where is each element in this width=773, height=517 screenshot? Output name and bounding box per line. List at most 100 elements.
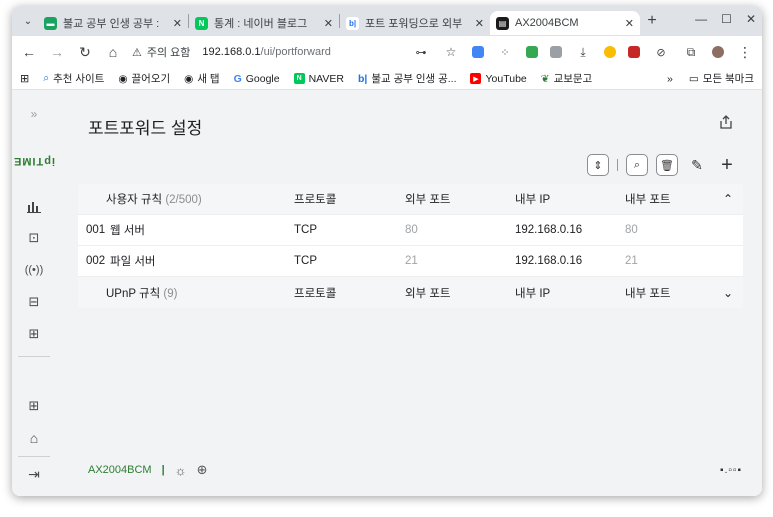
maximize-icon[interactable]: ☐ — [721, 12, 732, 26]
reload-icon[interactable]: ↻ — [76, 44, 94, 61]
wireless-icon[interactable]: ((•)) — [24, 260, 44, 280]
close-icon[interactable]: ✕ — [475, 17, 484, 30]
tab-search-icon[interactable]: ⌄ — [18, 11, 38, 31]
apps-icon[interactable]: ⊞ — [20, 72, 29, 85]
naver-icon: N — [293, 73, 305, 84]
translate-extension-icon[interactable] — [472, 46, 484, 58]
search-icon[interactable]: ⌕ — [626, 154, 648, 176]
table-row[interactable]: 002 파일 서버 TCP 21 192.168.0.16 21 — [78, 246, 743, 277]
url-path: /ui/portforward — [260, 46, 331, 58]
col-external-port: 외부 포트 — [405, 194, 451, 206]
close-icon[interactable]: ✕ — [324, 17, 333, 30]
stats-icon[interactable] — [24, 196, 44, 216]
topology-icon[interactable]: ⊞ — [24, 324, 44, 344]
edit-icon[interactable]: ✎ — [686, 154, 708, 176]
row-internal-ip: 192.168.0.16 — [515, 255, 583, 267]
row-protocol: TCP — [294, 255, 317, 267]
forward-icon[interactable]: → — [48, 44, 66, 60]
new-tab-button[interactable]: + — [640, 9, 664, 33]
network-icon[interactable]: ⊡ — [24, 228, 44, 248]
google-icon: G — [233, 72, 242, 85]
more-bookmarks-button[interactable]: » — [667, 73, 673, 85]
search-icon: ⌕ — [43, 72, 50, 84]
chevron-down-icon[interactable]: ⌄ — [713, 286, 743, 300]
minimize-icon[interactable]: — — [695, 12, 707, 26]
bookmark-item[interactable]: ▶ YouTube — [470, 72, 527, 85]
device-icon[interactable]: ⊟ — [24, 292, 44, 312]
upnp-rules-header[interactable]: UPnP 규칙 (9) 프로토콜 외부 포트 내부 IP 내부 포트 ⌄ — [78, 277, 743, 308]
close-icon[interactable]: ✕ — [173, 17, 182, 30]
tab-favicon: N — [195, 16, 208, 30]
tab-title: 통계 : 네이버 블로그 — [214, 18, 308, 30]
url-host: 192.168.0.1 — [202, 46, 261, 58]
shield-extension-icon[interactable] — [628, 46, 640, 58]
delete-icon[interactable]: 🗑 — [656, 154, 678, 176]
table-row[interactable]: 001 웹 서버 TCP 80 192.168.0.16 80 — [78, 215, 743, 246]
close-window-icon[interactable]: ✕ — [746, 12, 756, 26]
puzzle-icon[interactable]: ⧉ — [682, 45, 700, 60]
sidebar-divider — [18, 456, 50, 457]
youtube-icon: ▶ — [470, 73, 482, 84]
bookmark-item[interactable]: b| 불교 공부 인생 공... — [358, 71, 456, 86]
download-icon[interactable]: ⤓ — [574, 45, 592, 60]
bookmark-label: YouTube — [485, 72, 527, 85]
bookmark-label: Google — [245, 72, 280, 85]
share-icon[interactable] — [718, 114, 734, 130]
tab-favicon: b| — [346, 16, 359, 30]
bookmark-item[interactable]: ⌕ 추천 사이트 — [43, 71, 104, 86]
menu-icon[interactable]: ⋮ — [736, 44, 754, 61]
row-number: 001 — [86, 224, 106, 236]
upnp-rules-title: UPnP 규칙 (9) — [106, 285, 294, 301]
password-key-icon[interactable]: ⊶ — [412, 46, 430, 59]
warning-icon[interactable]: ⚠ — [132, 46, 142, 59]
row-external-port: 21 — [405, 255, 418, 267]
tab-title: 불교 공부 인생 공부 : — [63, 18, 160, 30]
extension-icon[interactable] — [550, 46, 562, 58]
bookmark-item[interactable]: ❦ 교보문고 — [541, 71, 592, 86]
bookmark-item[interactable]: N NAVER — [293, 73, 344, 85]
app-footer: AX2004BCM | ☼ ⊕ — [88, 462, 208, 478]
close-icon[interactable]: ✕ — [625, 17, 634, 30]
tab-2[interactable]: b| 포트 포워딩으로 외부 ✕ — [340, 11, 490, 35]
toolbar-right: ⊶ ☆ ⁘ ⤓ ⊘ ⧉ ⋮ — [412, 44, 754, 61]
row-external-port: 80 — [405, 224, 418, 236]
portforward-table: 사용자 규칙 (2/500) 프로토콜 외부 포트 내부 IP 내부 포트 ⌃ … — [78, 184, 743, 308]
home-icon[interactable]: ⌂ — [24, 428, 44, 448]
browser-window: ⌄ ▬ 불교 공부 인생 공부 : ✕ N 통계 : 네이버 블로그 ✕ b| … — [12, 6, 762, 496]
bookmark-star-icon[interactable]: ☆ — [442, 45, 460, 59]
tab-1[interactable]: N 통계 : 네이버 블로그 ✕ — [189, 11, 339, 35]
extension-icon[interactable] — [526, 46, 538, 58]
sort-icon[interactable]: ⇕ — [587, 154, 609, 176]
back-icon[interactable]: ← — [20, 44, 38, 60]
address-bar[interactable]: ⚠ 주의 요함 192.168.0.1/ui/portforward — [132, 39, 402, 65]
home-icon[interactable]: ⌂ — [104, 44, 122, 60]
add-icon[interactable]: + — [716, 154, 738, 176]
extension-icon[interactable]: ⁘ — [496, 46, 514, 59]
chevron-up-icon[interactable]: ⌃ — [713, 192, 743, 206]
bookmark-item[interactable]: ◉ 끌어오기 — [118, 71, 170, 86]
bookmark-label: 추천 사이트 — [53, 73, 105, 85]
logout-icon[interactable]: ⇥ — [24, 464, 44, 484]
footer-separator: | — [161, 464, 165, 476]
col-external-port: 외부 포트 — [405, 287, 451, 300]
tab-3-active[interactable]: ▤ AX2004BCM ✕ — [490, 11, 640, 35]
row-name: 파일 서버 — [110, 256, 156, 268]
row-number: 002 — [86, 255, 106, 267]
theme-sun-icon[interactable]: ☼ — [175, 463, 187, 478]
user-rules-header[interactable]: 사용자 규칙 (2/500) 프로토콜 외부 포트 내부 IP 내부 포트 ⌃ — [78, 184, 743, 215]
col-protocol: 프로토콜 — [294, 194, 337, 206]
bookmark-label: 끌어오기 — [131, 73, 171, 85]
bookmarks-bar: ⊞ ⌕ 추천 사이트 ◉ 끌어오기 ◉ 새 탭 G Google N NAVER b| 불교… — [12, 68, 762, 90]
sidebar: » ipTIME ⊡ ((•)) ⊟ ⊞ ⊞ ⌂ ⇥ — [12, 90, 56, 496]
expand-sidebar-icon[interactable]: » — [24, 104, 44, 124]
extension-icon[interactable]: ⊘ — [652, 46, 670, 59]
all-bookmarks-button[interactable]: ▭ 모든 북마크 — [689, 71, 754, 86]
tab-0[interactable]: ▬ 불교 공부 인생 공부 : ✕ — [38, 11, 188, 35]
security-label[interactable]: 주의 요함 — [147, 44, 191, 60]
bookmark-item[interactable]: ◉ 새 탭 — [184, 71, 219, 86]
emoji-extension-icon[interactable] — [604, 46, 616, 58]
language-globe-icon[interactable]: ⊕ — [197, 462, 208, 478]
sitemap-icon[interactable]: ⊞ — [24, 396, 44, 416]
bookmark-item[interactable]: G Google — [234, 73, 280, 85]
profile-avatar[interactable] — [712, 46, 724, 58]
